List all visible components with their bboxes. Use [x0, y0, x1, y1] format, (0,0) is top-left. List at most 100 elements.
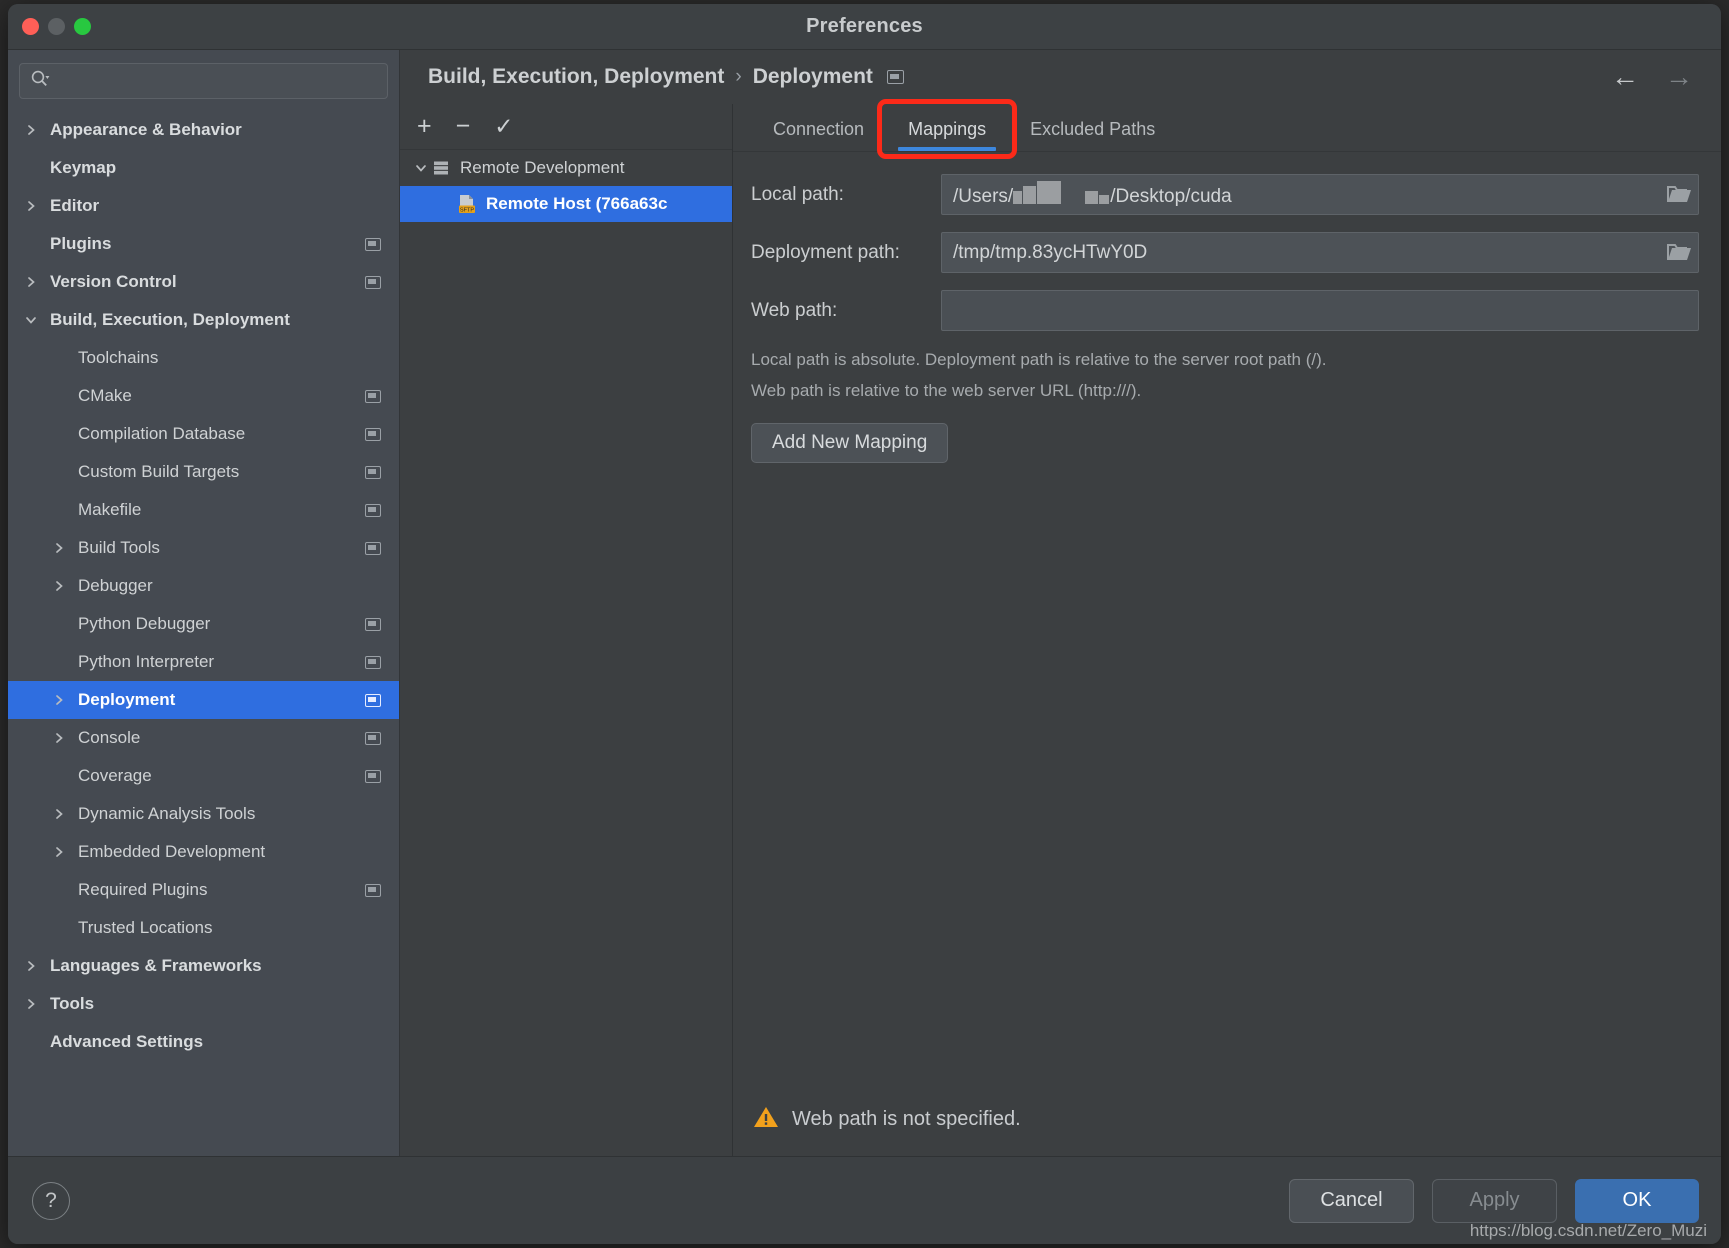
sidebar-item-required-plugins[interactable]: Required Plugins: [8, 871, 399, 909]
chevron-down-icon[interactable]: [412, 159, 430, 177]
sidebar-item-label: Dynamic Analysis Tools: [78, 804, 256, 823]
forward-arrow-icon[interactable]: →: [1665, 63, 1693, 91]
server-tree-item-selected[interactable]: SFTP Remote Host (766a63c: [400, 186, 732, 222]
set-default-server-button[interactable]: ✓: [494, 115, 513, 138]
deployment-panes: + − ✓ Remote Development SFTP Remote Host …: [400, 99, 1721, 1156]
navigation-arrows: ← →: [1611, 63, 1703, 91]
search-container: [8, 50, 399, 109]
sidebar-item-cmake[interactable]: CMake: [8, 377, 399, 415]
preferences-window: Preferences Appearance & Behavior Keymap E: [8, 4, 1721, 1244]
chevron-right-icon[interactable]: [50, 539, 68, 557]
sidebar-item-label: Console: [78, 728, 141, 747]
cancel-button[interactable]: Cancel: [1289, 1178, 1414, 1223]
chevron-right-icon[interactable]: [50, 729, 68, 747]
server-tree: Remote Development SFTP Remote Host (766a6…: [400, 150, 732, 1156]
sidebar-item-debugger[interactable]: Debugger: [8, 567, 399, 605]
chevron-down-icon[interactable]: [22, 311, 40, 329]
sidebar-item-keymap[interactable]: Keymap: [8, 149, 399, 187]
sidebar-item-build-tools[interactable]: Build Tools: [8, 529, 399, 567]
breadcrumb-root[interactable]: Build, Execution, Deployment: [428, 65, 724, 89]
back-arrow-icon[interactable]: ←: [1611, 63, 1639, 91]
sidebar-item-tools[interactable]: Tools: [8, 985, 399, 1023]
sidebar-item-label: Trusted Locations: [78, 918, 213, 937]
chevron-right-icon[interactable]: [22, 197, 40, 215]
deployment-path-field[interactable]: /tmp/tmp.83ycHTwY0D: [941, 232, 1699, 273]
sidebar-item-makefile[interactable]: Makefile: [8, 491, 399, 529]
sidebar-item-trusted-locations[interactable]: Trusted Locations: [8, 909, 399, 947]
sidebar-item-plugins[interactable]: Plugins: [8, 225, 399, 263]
local-path-field[interactable]: /Users/ /Desktop/cuda: [941, 174, 1699, 215]
sidebar-item-label: Version Control: [50, 272, 177, 291]
chevron-right-icon[interactable]: [22, 957, 40, 975]
chevron-right-icon[interactable]: [50, 805, 68, 823]
chevron-right-icon[interactable]: [22, 121, 40, 139]
project-scope-badge-icon: [886, 70, 904, 84]
apply-button[interactable]: Apply: [1432, 1178, 1557, 1223]
project-scope-badge-icon: [365, 237, 381, 251]
deployment-tabs: Connection Mappings Excluded Paths: [733, 104, 1721, 152]
sidebar-item-label: CMake: [78, 386, 132, 405]
project-scope-badge-icon: [365, 389, 381, 403]
sidebar-item-label: Toolchains: [78, 348, 159, 367]
sidebar-item-label: Embedded Development: [78, 842, 266, 861]
help-button[interactable]: ?: [32, 1181, 70, 1220]
remove-server-button[interactable]: −: [456, 114, 471, 139]
sidebar-item-compilation-database[interactable]: Compilation Database: [8, 415, 399, 453]
sidebar-item-toolchains[interactable]: Toolchains: [8, 339, 399, 377]
chevron-right-icon[interactable]: [50, 577, 68, 595]
sidebar-item-label: Keymap: [50, 158, 117, 177]
window-body: Appearance & Behavior Keymap Editor Plugins…: [8, 50, 1721, 1156]
window-title: Preferences: [806, 15, 923, 37]
sidebar-item-label: Advanced Settings: [50, 1032, 204, 1051]
sidebar-item-custom-build-targets[interactable]: Custom Build Targets: [8, 453, 399, 491]
sidebar-item-dynamic-analysis-tools[interactable]: Dynamic Analysis Tools: [8, 795, 399, 833]
tab-connection[interactable]: Connection: [751, 107, 886, 151]
sidebar-item-label: Appearance & Behavior: [50, 120, 242, 139]
sidebar-item-editor[interactable]: Editor: [8, 187, 399, 225]
ok-button[interactable]: OK: [1575, 1178, 1699, 1223]
sidebar-item-deployment[interactable]: Deployment: [8, 681, 399, 719]
tab-mappings[interactable]: Mappings: [886, 107, 1008, 151]
server-list-pane: + − ✓ Remote Development SFTP Remote Host …: [400, 104, 733, 1156]
folder-icon[interactable]: [1666, 184, 1692, 205]
sidebar-item-label: Languages & Frameworks: [50, 956, 262, 975]
add-server-button[interactable]: +: [417, 114, 432, 139]
sidebar-item-label: Plugins: [50, 234, 112, 253]
deployment-detail-pane: Connection Mappings Excluded Paths Local p…: [733, 99, 1721, 1156]
chevron-right-icon[interactable]: [50, 843, 68, 861]
local-path-suffix: /Desktop/cuda: [1110, 186, 1232, 207]
add-new-mapping-button[interactable]: Add New Mapping: [751, 423, 949, 464]
deployment-path-row: Deployment path: /tmp/tmp.83ycHTwY0D: [751, 232, 1699, 273]
sidebar-item-label: Python Interpreter: [78, 652, 215, 671]
sidebar-item-python-debugger[interactable]: Python Debugger: [8, 605, 399, 643]
chevron-right-icon[interactable]: [22, 273, 40, 291]
sidebar-item-coverage[interactable]: Coverage: [8, 757, 399, 795]
sidebar-item-label: Python Debugger: [78, 614, 211, 633]
chevron-right-icon[interactable]: [50, 691, 68, 709]
sidebar-item-embedded-development[interactable]: Embedded Development: [8, 833, 399, 871]
server-tree-item[interactable]: Remote Development: [400, 150, 732, 186]
sidebar-item-languages-frameworks[interactable]: Languages & Frameworks: [8, 947, 399, 985]
sidebar-item-version-control[interactable]: Version Control: [8, 263, 399, 301]
sidebar-item-label: Custom Build Targets: [78, 462, 240, 481]
mappings-hint-line-1: Local path is absolute. Deployment path …: [751, 350, 1327, 369]
web-path-field[interactable]: [941, 290, 1699, 331]
project-scope-badge-icon: [365, 693, 381, 707]
sidebar-item-advanced-settings[interactable]: Advanced Settings: [8, 1023, 399, 1061]
search-input[interactable]: [58, 72, 377, 90]
chevron-right-icon[interactable]: [22, 995, 40, 1013]
sidebar-item-console[interactable]: Console: [8, 719, 399, 757]
server-tree-item-label: Remote Host (766a63c: [486, 194, 668, 213]
folder-icon[interactable]: [1666, 242, 1692, 263]
sidebar-item-build-execution-deployment[interactable]: Build, Execution, Deployment: [8, 301, 399, 339]
sidebar-item-python-interpreter[interactable]: Python Interpreter: [8, 643, 399, 681]
project-scope-badge-icon: [365, 883, 381, 897]
mappings-form: Local path: /Users//Desktop/cuda Deploym…: [733, 152, 1721, 464]
redacted-username: [1013, 181, 1110, 204]
tab-excluded-paths[interactable]: Excluded Paths: [1008, 107, 1177, 151]
sidebar-item-appearance-behavior[interactable]: Appearance & Behavior: [8, 111, 399, 149]
project-scope-badge-icon: [365, 769, 381, 783]
warning-text: Web path is not specified.: [792, 1108, 1021, 1130]
svg-text:SFTP: SFTP: [460, 207, 475, 213]
search-box[interactable]: [19, 63, 388, 99]
